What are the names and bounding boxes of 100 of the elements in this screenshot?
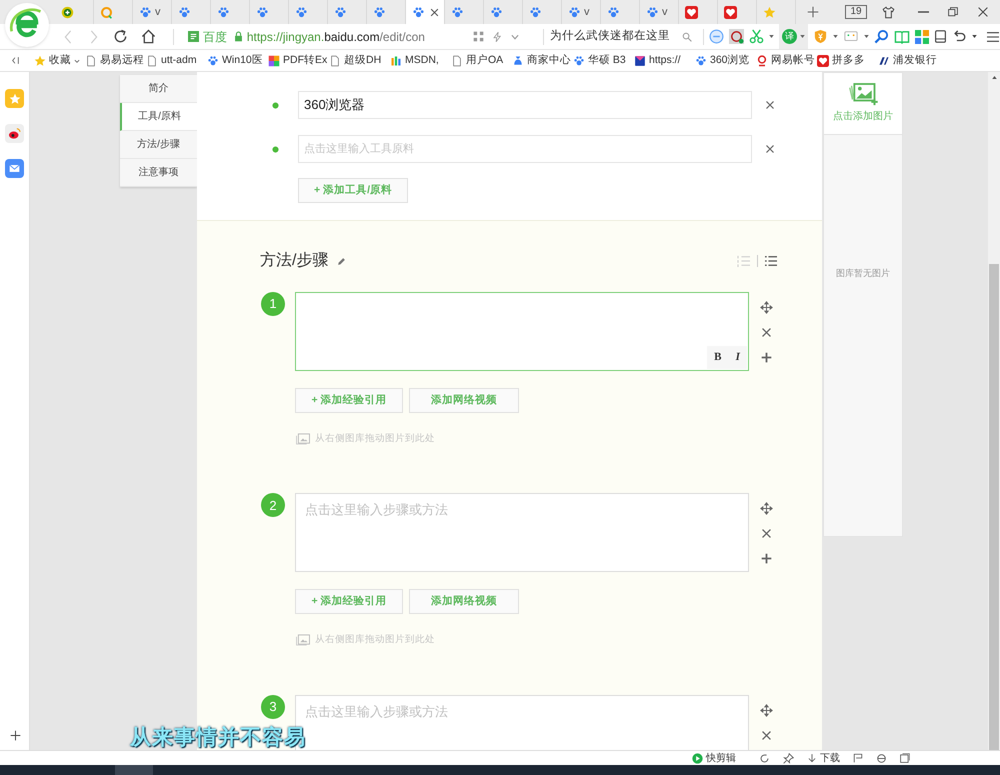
close-icon [762, 328, 770, 337]
weibo-button[interactable] [5, 124, 24, 143]
download-icon [807, 752, 817, 764]
document-icon [329, 54, 341, 66]
paw-icon [207, 54, 219, 66]
tab-title: v [662, 6, 668, 18]
document-icon [85, 54, 97, 66]
tool-input[interactable]: 点击这里输入工具原料 [298, 135, 752, 163]
heart-icon [724, 6, 737, 18]
step-number: 2 [261, 493, 285, 518]
step-number: 3 [261, 694, 285, 718]
numbered-list-icon [737, 255, 751, 267]
format-button[interactable]: I [736, 349, 740, 366]
shirt-icon [882, 6, 894, 18]
star-icon [34, 54, 46, 66]
bookmark[interactable]: 超级DH [329, 50, 390, 71]
home-icon [141, 29, 156, 44]
bookmark[interactable]: 用户OA [451, 50, 512, 71]
gamepad-icon [843, 30, 859, 44]
dropdown-caret-icon [769, 35, 774, 38]
remove-button[interactable] [764, 99, 776, 111]
bookmark[interactable]: 360浏览 [695, 50, 756, 71]
paw-icon [451, 6, 464, 18]
bullet-list-icon [764, 255, 778, 267]
remove-step-button[interactable] [760, 326, 772, 339]
download-button[interactable]: 下载 [807, 752, 840, 764]
bars-icon [390, 54, 402, 66]
paw-icon [490, 6, 503, 18]
dropdown-caret-icon [74, 58, 80, 62]
bookmark[interactable]: 拼多多 [817, 50, 878, 71]
move-handle[interactable] [760, 502, 772, 516]
reload-icon [113, 29, 128, 44]
image-icon [295, 433, 311, 446]
bullet-list-button[interactable] [763, 254, 779, 268]
paw-icon [256, 6, 269, 18]
format-button[interactable]: B [714, 349, 722, 366]
bookmark[interactable]: Win10医 [207, 50, 268, 71]
heart-icon [817, 54, 829, 66]
stamp-icon [729, 29, 744, 44]
section-nav-item[interactable]: 工具/原料 [120, 103, 197, 131]
site-label: 百度 [202, 30, 227, 42]
bank-logo-icon [878, 54, 890, 66]
step-number: 1 [261, 292, 285, 316]
section-nav-item[interactable]: 方法/步骤 [120, 131, 197, 159]
add-button[interactable] [8, 728, 22, 742]
section-nav-item[interactable]: 简介 [120, 75, 197, 103]
close-icon [766, 145, 774, 153]
tab-count-button[interactable]: 19 [845, 5, 867, 19]
back-icon [64, 30, 72, 44]
mail-button[interactable] [5, 159, 24, 178]
add-step-button[interactable] [760, 351, 772, 364]
bookmark[interactable]: utt-adm [146, 50, 207, 71]
bookmark[interactable]: 华硕 B3 [573, 50, 634, 71]
money-bag-icon [512, 54, 524, 66]
remove-step-button[interactable] [760, 527, 772, 540]
scroll-up-icon [992, 76, 996, 78]
browser-logo[interactable] [5, 3, 49, 47]
eye-logo-icon [8, 128, 21, 139]
paw-icon [568, 6, 581, 18]
remove-button[interactable] [764, 143, 776, 155]
certificate-icon [188, 31, 199, 42]
bookmark[interactable]: 浦发银行 [878, 50, 939, 71]
move-handle[interactable] [760, 301, 772, 314]
bookmark[interactable]: 网易帐号 [756, 50, 817, 71]
bookmark[interactable]: https:// [634, 50, 695, 71]
bookmark[interactable]: 收藏 [30, 50, 85, 71]
move-handle[interactable] [760, 704, 772, 716]
undo-icon [952, 30, 967, 44]
document-icon [146, 54, 158, 66]
paw-icon [217, 6, 230, 18]
browser-tab[interactable] [406, 0, 445, 24]
add-step-button[interactable] [760, 552, 772, 566]
pencil-icon [337, 256, 346, 266]
scissors-icon [749, 29, 764, 44]
address-field[interactable]: 百度 https://jingyan.baidu.com/edit/con [184, 26, 474, 48]
bookmark[interactable]: 商家中心 [512, 50, 573, 71]
step-text-area[interactable]: B I [295, 292, 749, 371]
search-field[interactable]: 为什么武侠迷都在这里 [550, 26, 698, 48]
add-image-icon [846, 83, 880, 107]
bookmark[interactable]: MSDN, [390, 50, 451, 71]
url-text: https://jingyan.baidu.com/edit/con [246, 30, 425, 42]
placeholder-text: 点击这里输入步骤或方法 [305, 501, 448, 520]
clip-button[interactable]: 快剪辑 [692, 752, 736, 764]
pin-icon [783, 752, 794, 764]
remove-step-button[interactable] [760, 728, 772, 742]
bookmark[interactable]: 易易远程 [85, 50, 146, 71]
bookmark[interactable]: PDF转Ex [268, 50, 329, 71]
image-icon [295, 634, 311, 646]
scrollbar[interactable] [988, 72, 1000, 750]
drop-hint: 从右侧图库拖动图片到此处 [315, 633, 435, 648]
section-nav-item[interactable]: 注意事项 [120, 159, 197, 187]
move-icon [760, 502, 772, 516]
dropdown-caret-icon [972, 35, 977, 38]
tab-title: v [584, 6, 590, 18]
paw-icon [139, 6, 152, 18]
paw-icon [529, 6, 542, 18]
search-text: 为什么武侠迷都在这里 [550, 28, 670, 44]
document-icon [451, 54, 463, 66]
tool-input[interactable]: 360浏览器 [298, 91, 752, 119]
colorful-grid-icon [268, 54, 280, 66]
